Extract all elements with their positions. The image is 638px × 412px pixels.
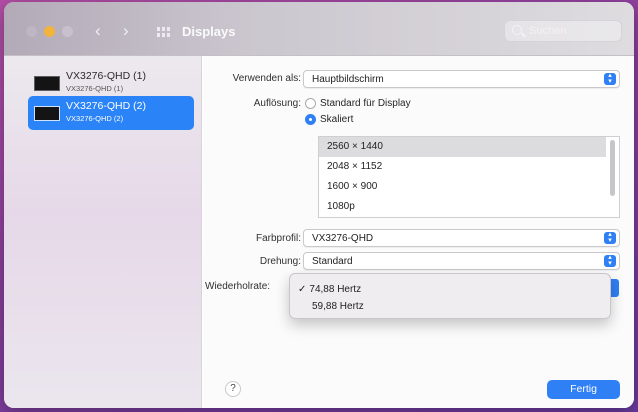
refresh-popup-edge[interactable] [611,279,619,297]
checkmark-icon: ✓ [298,284,307,295]
search-placeholder: Suchen [529,25,567,37]
rotation-popup[interactable]: Standard ▴ ▾ [303,252,620,270]
monitor-icon [34,106,60,121]
forward-icon[interactable]: › [123,21,129,41]
use-as-value: Hauptbildschirm [312,74,384,85]
use-as-label: Verwenden als: [232,73,301,84]
menu-item-refresh-2[interactable]: 59,88 Hertz [312,301,364,312]
back-icon[interactable]: ‹ [95,21,101,41]
done-button[interactable]: Fertig [547,380,620,399]
display-name: VX3276-QHD (2) [66,100,146,112]
radio-default-label: Standard für Display [320,98,411,109]
list-item[interactable]: 2048 × 1152 [319,157,606,177]
sidebar: VX3276-QHD (1) VX3276-QHD (1) VX3276-QHD… [4,56,202,408]
display-subtitle: VX3276-QHD (2) [66,114,124,123]
list-item[interactable]: 2560 × 1440 [319,137,606,157]
search-icon [512,25,522,35]
sidebar-item-display-2[interactable]: VX3276-QHD (2) VX3276-QHD (2) [28,96,194,130]
help-button[interactable]: ? [225,381,241,397]
chevron-updown-icon: ▴ ▾ [604,231,616,244]
window-title: Displays [182,24,236,39]
grid-view-icon[interactable] [157,27,171,37]
resolution-label: Auflösung: [253,98,301,109]
list-item[interactable]: 1080p [319,197,606,217]
color-profile-value: VX3276-QHD [312,233,374,244]
search-field[interactable]: Suchen [504,20,622,42]
menu-item-label: 74,88 Hertz [309,284,362,295]
close-button[interactable] [26,26,37,37]
resolution-list: 2560 × 1440 2048 × 1152 1600 × 900 1080p [318,136,620,218]
refresh-rate-menu: ✓ 74,88 Hertz 59,88 Hertz [289,273,611,319]
titlebar: ‹ › Displays Suchen [4,2,634,56]
use-as-popup[interactable]: Hauptbildschirm ▴ ▾ [303,70,620,88]
radio-scaled-resolution[interactable] [305,114,316,125]
radio-default-resolution[interactable] [305,98,316,109]
sidebar-item-display-1[interactable]: VX3276-QHD (1) VX3276-QHD (1) [28,66,194,100]
display-name: VX3276-QHD (1) [66,70,146,82]
list-item[interactable]: 1600 × 900 [319,177,606,197]
chevron-updown-icon: ▴ ▾ [604,254,616,267]
color-profile-popup[interactable]: VX3276-QHD ▴ ▾ [303,229,620,247]
refresh-rate-label: Wiederholrate: [205,281,271,292]
minimize-button[interactable] [44,26,55,37]
radio-scaled-label: Skaliert [320,114,354,125]
rotation-label: Drehung: [259,256,301,267]
scrollbar[interactable] [610,140,615,196]
displays-window: ‹ › Displays Suchen VX3276-QHD (1) VX327… [4,2,634,408]
zoom-button[interactable] [62,26,73,37]
display-subtitle: VX3276-QHD (1) [66,84,124,93]
menu-item-refresh-1[interactable]: ✓ 74,88 Hertz [298,284,361,295]
monitor-icon [34,76,60,91]
color-profile-label: Farbprofil: [255,233,301,244]
chevron-updown-icon: ▴ ▾ [604,72,616,85]
settings-pane: Verwenden als: Hauptbildschirm ▴ ▾ Auflös… [203,56,634,408]
rotation-value: Standard [312,256,353,267]
